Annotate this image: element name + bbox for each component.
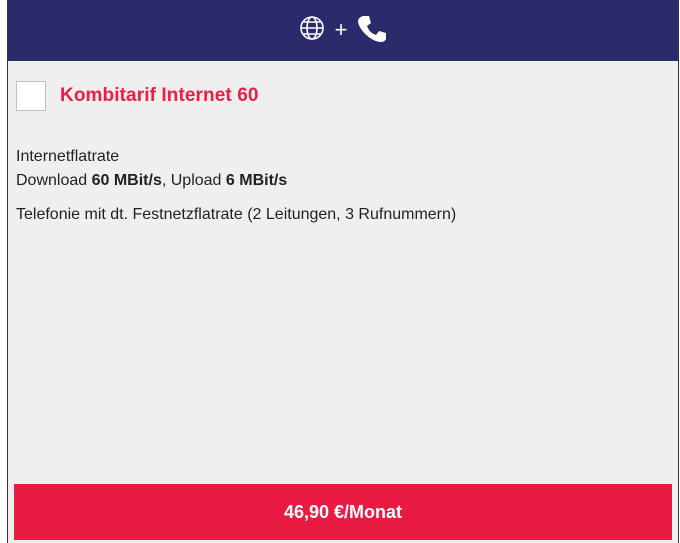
phone-icon — [357, 13, 387, 48]
select-tariff-checkbox[interactable] — [16, 81, 46, 111]
price-button[interactable]: 46,90 €/Monat — [14, 484, 672, 540]
telephony-info: Telefonie mit dt. Festnetzflatrate (2 Le… — [16, 206, 457, 223]
plus-sign: + — [334, 16, 348, 42]
features-section: Internetflatrate Download 60 MBit/s, Upl… — [16, 145, 678, 227]
upload-value: 6 MBit/s — [225, 172, 288, 189]
download-value: 60 MBit/s — [91, 172, 162, 189]
globe-icon — [299, 15, 325, 46]
price-label: 46,90 €/Monat — [283, 501, 403, 522]
internet-label: Internetflatrate — [16, 148, 120, 165]
speed-line: Download 60 MBit/s, Upload 6 MBit/s — [16, 169, 678, 193]
product-title: Kombitarif Internet 60 — [60, 85, 259, 106]
download-label: Download — [16, 172, 92, 189]
upload-label: , Upload — [161, 172, 226, 189]
product-title-row: Kombitarif Internet 60 — [16, 81, 678, 111]
tariff-card: + Kombitarif Internet 60 Internetflatrat… — [7, 0, 679, 543]
tariff-header: + — [8, 0, 678, 61]
